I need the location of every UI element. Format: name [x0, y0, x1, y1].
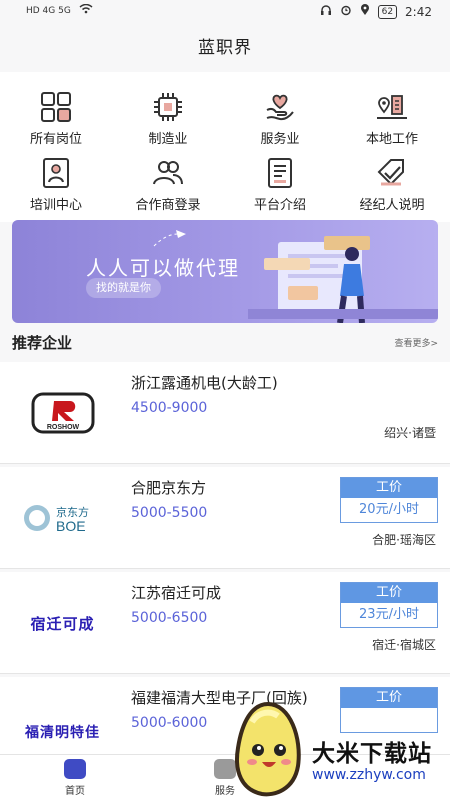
paper-plane-icon	[153, 230, 186, 247]
company-logo: 宿迁可成	[0, 572, 125, 674]
recommended-section-header: 推荐企业 查看更多>	[0, 326, 450, 358]
svg-text:BOE: BOE	[56, 518, 86, 534]
wifi-icon	[79, 3, 93, 17]
company-card[interactable]: 宿迁可成 江苏宿迁可成 5000-6500 工价 23元/小时 宿迁·宿城区	[0, 572, 450, 674]
company-location: 宿迁·宿城区	[372, 638, 436, 652]
company-card[interactable]: ROSHOW 浙江露通机电(大龄工) 4500-9000 绍兴·诸暨	[0, 362, 450, 464]
status-left-indicators: HD 4G 5G	[26, 3, 93, 17]
salary-range: 4500-9000	[131, 400, 208, 416]
category-service[interactable]: 服务业	[224, 72, 336, 147]
home-icon	[64, 759, 86, 779]
title-bar: 蓝职界	[0, 26, 450, 70]
chip-icon	[154, 93, 182, 121]
promo-banner[interactable]: 人人可以做代理 找的就是你	[12, 220, 438, 323]
roshow-logo: ROSHOW	[31, 392, 94, 434]
location-icon	[360, 4, 370, 19]
category-grid: 所有岗位 制造业 服务业 本地工作 培训中心 合作商登录 平台介绍 经纪人说明	[0, 72, 450, 222]
category-all-jobs[interactable]: 所有岗位	[0, 72, 112, 147]
watermark-url: www.zzhyw.com	[312, 767, 426, 783]
heart-hand-icon	[266, 94, 294, 121]
wage-title: 工价	[341, 583, 437, 603]
category-label: 经纪人说明	[359, 198, 425, 213]
company-name: 浙江露通机电(大龄工)	[131, 374, 278, 392]
banner-illustration	[248, 236, 438, 323]
company-location: 绍兴·诸暨	[384, 426, 436, 440]
salary-range: 5000-6000	[131, 715, 208, 731]
category-training-center[interactable]: 培训中心	[0, 144, 112, 213]
status-right-indicators: 62 2:42	[320, 4, 432, 19]
company-location: 合肥·瑶海区	[372, 533, 436, 547]
salary-range: 5000-6500	[131, 610, 208, 626]
banner-subtitle: 找的就是你	[86, 278, 161, 298]
watermark-text: 大米下载站	[312, 741, 432, 767]
company-card[interactable]: 京东方 BOE 合肥京东方 5000-5500 工价 20元/小时 合肥·瑶海区	[0, 467, 450, 569]
category-local-work[interactable]: 本地工作	[336, 72, 448, 147]
alarm-icon	[340, 4, 352, 19]
wage-value: 23元/小时	[341, 603, 437, 627]
wage-title: 工价	[341, 478, 437, 498]
tag-check-icon	[377, 159, 404, 186]
company-logo: 京东方 BOE	[0, 467, 125, 569]
hourly-wage-box: 工价 23元/小时	[340, 582, 438, 628]
company-logo: ROSHOW	[0, 362, 125, 464]
status-bar: HD 4G 5G 62 2:42	[0, 0, 450, 26]
category-label: 平台介绍	[253, 198, 306, 213]
location-building-icon	[377, 95, 407, 119]
tab-label: 首页	[65, 786, 85, 797]
see-more-link[interactable]: 查看更多>	[394, 336, 438, 349]
watermark: 大米下载站 www.zzhyw.com	[228, 690, 450, 800]
company-name: 江苏宿迁可成	[131, 584, 222, 602]
app-screen: HD 4G 5G 62 2:42 蓝职界 所有岗位 制造业 服务业 本地工作 培…	[0, 0, 450, 800]
page-title: 蓝职界	[198, 38, 252, 58]
network-indicators: HD 4G 5G	[26, 5, 71, 16]
boe-logo: 京东方 BOE	[23, 505, 89, 534]
document-icon	[268, 158, 292, 188]
category-partner-login[interactable]: 合作商登录	[112, 144, 224, 213]
category-label: 合作商登录	[135, 198, 201, 213]
banner-headline: 人人可以做代理	[86, 256, 240, 280]
category-agent-info[interactable]: 经纪人说明	[336, 144, 448, 213]
headphones-icon	[320, 4, 332, 19]
people-icon	[153, 161, 183, 185]
wage-value: 20元/小时	[341, 498, 437, 522]
company-logo-text: 宿迁可成	[30, 614, 95, 633]
svg-text:京东方: 京东方	[56, 505, 89, 519]
clock: 2:42	[405, 4, 432, 19]
battery-indicator: 62	[377, 4, 398, 19]
company-name: 合肥京东方	[131, 479, 207, 497]
company-logo-text: 福清明特佳	[25, 725, 100, 741]
tab-home[interactable]: 首页	[45, 759, 105, 797]
rice-mascot-logo	[235, 701, 301, 797]
category-manufacturing[interactable]: 制造业	[112, 72, 224, 147]
svg-text:ROSHOW: ROSHOW	[46, 424, 79, 431]
hourly-wage-box: 工价 20元/小时	[340, 477, 438, 523]
category-label: 培训中心	[29, 198, 82, 213]
grid-icon	[41, 92, 71, 122]
training-portrait-icon	[43, 158, 69, 188]
category-platform-intro[interactable]: 平台介绍	[224, 144, 336, 213]
salary-range: 5000-5500	[131, 505, 208, 521]
section-title: 推荐企业	[12, 334, 73, 352]
